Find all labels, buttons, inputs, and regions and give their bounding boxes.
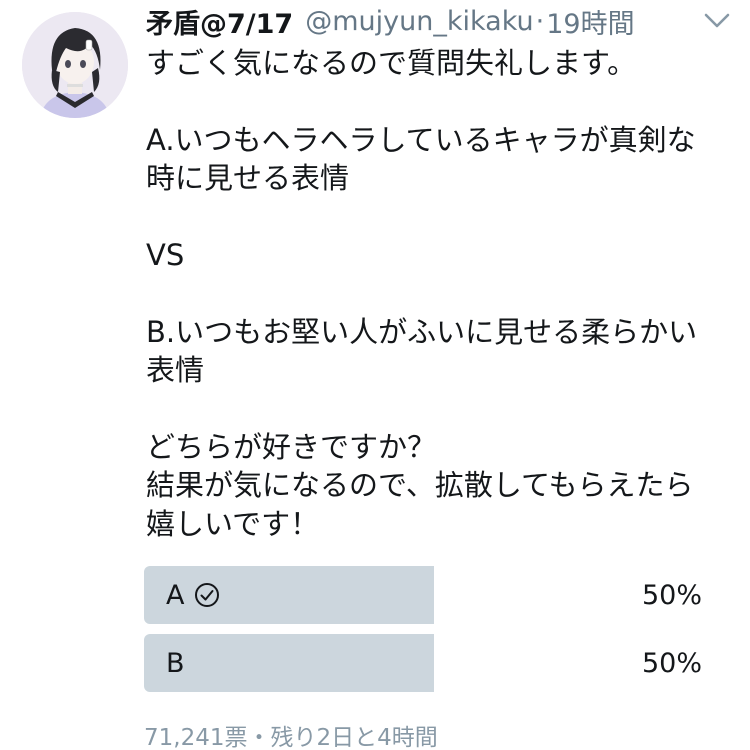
poll-option-label: A: [166, 579, 185, 611]
user-handle[interactable]: @mujyun_kikaku: [305, 6, 533, 37]
poll-option-a[interactable]: A 50%: [144, 566, 704, 624]
tweet-line: 嬉しいです！: [146, 506, 320, 541]
separator-dot: ·: [535, 5, 545, 37]
poll-option-b[interactable]: B 50%: [144, 634, 704, 692]
tweet-line: A.いつもヘラヘラしているキャラが真剣な: [146, 122, 696, 157]
tweet-header: 矛盾@7/17 @mujyun_kikaku · 19時間: [146, 2, 635, 40]
display-name[interactable]: 矛盾@7/17: [146, 2, 293, 41]
avatar-image: [22, 12, 128, 118]
tweet-line: 時に見せる表情: [146, 161, 350, 196]
poll-percent: 50%: [641, 647, 702, 679]
poll-meta: 71,241票・残り2日と4時間: [144, 725, 438, 750]
tweet-line: VS: [146, 238, 185, 272]
chevron-down-icon[interactable]: [704, 12, 730, 30]
avatar[interactable]: [22, 12, 128, 118]
tweet-line: 結果が気になるので、拡散してもらえたら: [146, 468, 694, 503]
tweet-line: B.いつもお堅い人がふいに見せる柔らかい: [146, 314, 698, 349]
tweet: 矛盾@7/17 @mujyun_kikaku · 19時間 すごく気になるので質…: [0, 0, 750, 750]
tweet-line: すごく気になるので質問失礼します。: [146, 46, 637, 80]
poll-percent: 50%: [641, 579, 702, 611]
tweet-line: どちらが好きですか？: [146, 430, 437, 464]
tweet-text: すごく気になるので質問失礼します。 A.いつもヘラヘラしているキャラが真剣な 時…: [146, 44, 736, 543]
check-circle-icon: [195, 583, 220, 607]
tweet-line: 表情: [146, 353, 205, 388]
poll-option-label: B: [166, 647, 185, 679]
tweet-time[interactable]: 19時間: [546, 2, 634, 41]
poll-bar: [144, 634, 434, 692]
